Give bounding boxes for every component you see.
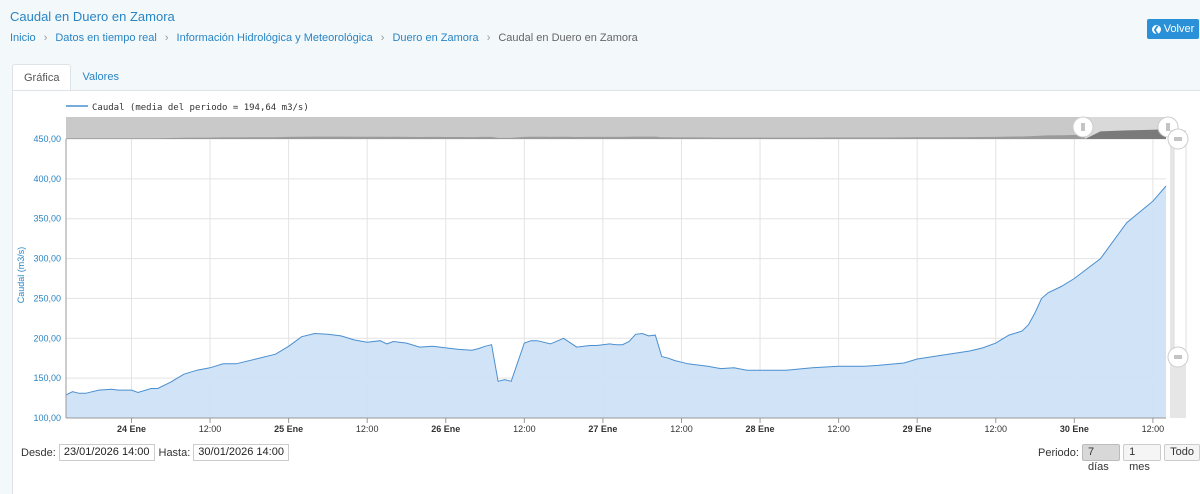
period-all-button[interactable]: Todo — [1164, 444, 1200, 461]
y-tick-label: 300,00 — [33, 254, 61, 264]
navigator-background — [66, 117, 1166, 139]
vertical-scroller[interactable] — [1167, 128, 1189, 418]
y-axis-title: Caudal (m3/s) — [16, 247, 26, 304]
x-tick-label: 12:00 — [356, 424, 379, 434]
y-tick-label: 350,00 — [33, 214, 61, 224]
navigator-handle-left[interactable] — [1072, 116, 1094, 138]
from-date-input[interactable]: 23/01/2026 14:00 — [58, 444, 155, 461]
legend[interactable]: Caudal (media del periodo = 194,64 m3/s) — [66, 103, 309, 113]
period-1-month-button[interactable]: 1 mes — [1123, 444, 1162, 473]
vertical-scroller-thumb[interactable] — [1173, 144, 1187, 356]
x-tick-label: 12:00 — [1142, 424, 1165, 434]
period-7-days-button[interactable]: 7 días — [1081, 444, 1121, 473]
x-tick-label: 24 Ene — [117, 424, 146, 434]
x-tick-label: 30 Ene — [1060, 424, 1089, 434]
y-tick-label: 150,00 — [33, 373, 61, 383]
to-date-input[interactable]: 30/01/2026 14:00 — [193, 444, 289, 461]
y-tick-label: 400,00 — [33, 174, 61, 184]
period-selector: Periodo: 7 días 1 mes Todo — [1038, 444, 1200, 473]
navigator[interactable] — [66, 116, 1179, 139]
x-tick-label: 12:00 — [513, 424, 536, 434]
x-tick-label: 25 Ene — [274, 424, 303, 434]
x-tick-label: 26 Ene — [431, 424, 460, 434]
scroller-handle-bottom[interactable] — [1167, 346, 1189, 368]
series-area — [66, 186, 1166, 418]
to-label: Hasta: — [158, 446, 191, 459]
scroller-handle-top[interactable] — [1167, 128, 1189, 150]
x-tick-label: 12:00 — [827, 424, 850, 434]
y-tick-label: 250,00 — [33, 293, 61, 303]
y-tick-label: 450,00 — [33, 134, 61, 144]
period-label: Periodo: — [1038, 446, 1079, 459]
range-selector: Desde: 23/01/2026 14:00 Hasta: 30/01/202… — [21, 444, 289, 461]
x-tick-label: 12:00 — [670, 424, 693, 434]
x-tick-label: 29 Ene — [903, 424, 932, 434]
x-tick-label: 27 Ene — [588, 424, 617, 434]
x-tick-label: 12:00 — [199, 424, 222, 434]
y-tick-label: 100,00 — [33, 413, 61, 423]
x-tick-label: 28 Ene — [746, 424, 775, 434]
chart: 100,00 150,00 200,00 250,00 300,00 350,00 400,… — [16, 103, 1189, 434]
legend-label: Caudal (media del periodo = 194,64 m3/s) — [92, 103, 309, 113]
y-tick-label: 200,00 — [33, 333, 61, 343]
x-tick-label: 12:00 — [984, 424, 1007, 434]
from-label: Desde: — [21, 446, 56, 459]
